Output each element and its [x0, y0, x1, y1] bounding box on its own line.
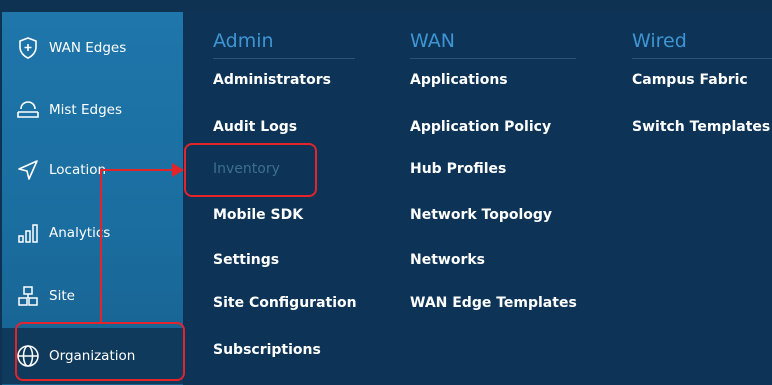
sidebar-item-label: Site	[49, 288, 75, 304]
sidebar-item-site[interactable]: Site	[2, 268, 183, 324]
menu-item-subscriptions[interactable]: Subscriptions	[213, 342, 321, 358]
dropdown-menu: Admin Administrators Audit Logs Inventor…	[183, 12, 772, 385]
admin-divider	[213, 58, 355, 59]
sidebar-item-label: Organization	[49, 348, 136, 364]
sidebar-item-organization[interactable]: Organization	[2, 328, 183, 384]
wan-divider	[410, 58, 576, 59]
menu-item-network-topology[interactable]: Network Topology	[410, 207, 552, 223]
menu-item-wan-edge-templates[interactable]: WAN Edge Templates	[410, 295, 577, 311]
sidebar-item-wan-edges[interactable]: WAN Edges	[2, 20, 183, 76]
menu-item-audit-logs[interactable]: Audit Logs	[213, 119, 297, 135]
bar-chart-icon	[14, 219, 42, 247]
arrow-head-icon	[172, 163, 184, 177]
menu-item-hub-profiles[interactable]: Hub Profiles	[410, 161, 506, 177]
sidebar-item-label: Mist Edges	[49, 102, 123, 118]
sidebar: WAN Edges Mist Edges Location Analytics	[2, 12, 183, 385]
menu-item-settings[interactable]: Settings	[213, 252, 279, 268]
organization-menu-panel: WAN Edges Mist Edges Location Analytics	[0, 0, 772, 385]
plus-shield-icon	[14, 34, 42, 62]
admin-heading: Admin	[213, 30, 274, 52]
sidebar-item-label: Analytics	[49, 225, 111, 241]
location-arrow-icon	[14, 156, 42, 184]
menu-item-inventory[interactable]: Inventory	[213, 161, 280, 177]
wired-heading: Wired	[632, 30, 687, 52]
sidebar-item-location[interactable]: Location	[2, 142, 183, 198]
menu-item-networks[interactable]: Networks	[410, 252, 485, 268]
menu-item-mobile-sdk[interactable]: Mobile SDK	[213, 207, 303, 223]
menu-item-campus-fabric[interactable]: Campus Fabric	[632, 72, 748, 88]
sidebar-item-label: WAN Edges	[49, 40, 127, 56]
cloud-edge-icon	[14, 96, 42, 124]
wired-divider	[632, 58, 772, 59]
globe-icon	[14, 342, 42, 370]
sidebar-item-analytics[interactable]: Analytics	[2, 205, 183, 261]
menu-item-applications[interactable]: Applications	[410, 72, 508, 88]
sidebar-item-label: Location	[49, 162, 107, 178]
sidebar-item-mist-edges[interactable]: Mist Edges	[2, 82, 183, 138]
menu-item-application-policy[interactable]: Application Policy	[410, 119, 551, 135]
menu-item-switch-templates[interactable]: Switch Templates	[632, 119, 770, 135]
menu-item-administrators[interactable]: Administrators	[213, 72, 331, 88]
menu-item-site-configuration[interactable]: Site Configuration	[213, 295, 357, 311]
site-blocks-icon	[14, 282, 42, 310]
wan-heading: WAN	[410, 30, 455, 52]
